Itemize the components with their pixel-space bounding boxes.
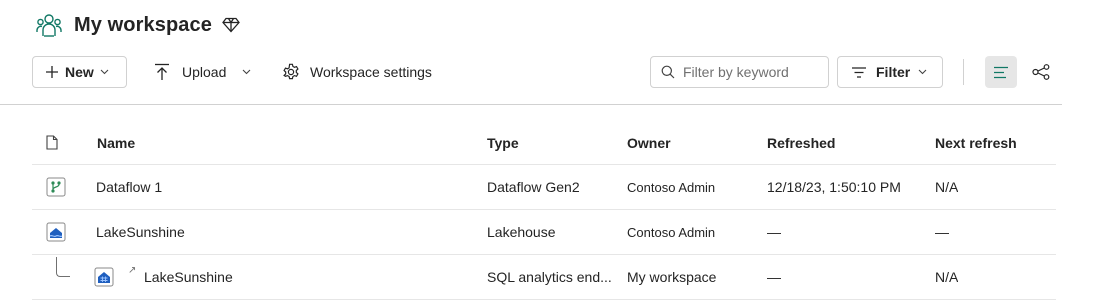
plus-icon	[45, 65, 59, 79]
workspace-settings-button[interactable]: Workspace settings	[282, 56, 432, 88]
upload-button[interactable]: Upload	[154, 56, 251, 88]
items-table: Name Type Owner Refreshed Next refresh D…	[32, 121, 1056, 300]
item-refreshed: 12/18/23, 1:50:10 PM	[767, 179, 901, 195]
column-header-type[interactable]: Type	[487, 121, 613, 164]
header-separator	[0, 104, 1062, 105]
item-next-refresh: N/A	[935, 269, 959, 285]
item-type-text: SQL analytics end...	[487, 268, 612, 285]
item-owner: Contoso Admin	[627, 224, 716, 240]
chevron-down-icon	[918, 69, 927, 75]
page-title: My workspace	[74, 13, 212, 36]
upload-button-label: Upload	[182, 64, 227, 80]
list-view-button[interactable]	[985, 56, 1017, 88]
tree-connector	[56, 257, 70, 277]
item-owner: Contoso Admin	[627, 179, 716, 195]
search-input[interactable]	[683, 64, 823, 80]
toolbar: New Upload Workspace settings Filter by …	[32, 56, 1097, 88]
table-row[interactable]: LakeSunshine Lakehouse Contoso Admin — —	[32, 210, 1056, 255]
toolbar-divider	[963, 59, 964, 85]
search-icon	[661, 65, 675, 79]
item-type: Dataflow Gen2	[487, 179, 580, 195]
diamond-icon	[222, 16, 240, 34]
gear-icon	[282, 63, 300, 81]
table-row[interactable]: ↗ LakeSunshine SQL analytics end... My w…	[32, 255, 1056, 300]
item-name[interactable]: LakeSunshine	[144, 255, 233, 299]
sql-endpoint-icon	[94, 255, 114, 299]
chevron-down-icon	[100, 69, 109, 75]
table-row[interactable]: Dataflow 1 Dataflow Gen2 Contoso Admin 1…	[32, 165, 1056, 210]
item-type: SQL analytics end...	[487, 255, 613, 299]
filter-button-label: Filter	[876, 64, 911, 80]
list-view-icon	[993, 66, 1009, 79]
filter-icon	[852, 66, 866, 78]
shortcut-arrow-icon: ↗	[128, 265, 137, 276]
new-button-label: New	[65, 64, 94, 80]
item-refreshed: —	[767, 224, 781, 240]
lineage-view-button[interactable]	[1028, 56, 1054, 88]
workspace-settings-label: Workspace settings	[310, 64, 432, 80]
dataflow-icon	[46, 165, 66, 209]
item-name[interactable]: Dataflow 1	[96, 165, 162, 209]
item-owner: My workspace	[627, 269, 717, 285]
workspace-people-icon	[34, 10, 64, 40]
column-header-name[interactable]: Name	[97, 121, 135, 164]
chevron-down-icon	[242, 69, 251, 75]
item-type: Lakehouse	[487, 224, 556, 240]
column-header-next-refresh[interactable]: Next refresh	[935, 121, 1017, 164]
column-header-refreshed[interactable]: Refreshed	[767, 121, 835, 164]
search-box[interactable]	[650, 56, 829, 88]
lakehouse-icon	[46, 210, 66, 254]
item-refreshed: —	[767, 269, 781, 285]
filter-button[interactable]: Filter	[837, 56, 943, 88]
item-next-refresh: —	[935, 224, 949, 240]
workspace-header: My workspace	[34, 10, 240, 40]
lineage-icon	[1032, 64, 1050, 80]
item-name[interactable]: LakeSunshine	[96, 210, 185, 254]
new-button[interactable]: New	[32, 56, 127, 88]
file-type-icon	[46, 121, 66, 164]
upload-icon	[154, 63, 170, 81]
table-header-row: Name Type Owner Refreshed Next refresh	[32, 121, 1056, 165]
column-header-owner[interactable]: Owner	[627, 121, 671, 164]
item-next-refresh: N/A	[935, 179, 959, 195]
